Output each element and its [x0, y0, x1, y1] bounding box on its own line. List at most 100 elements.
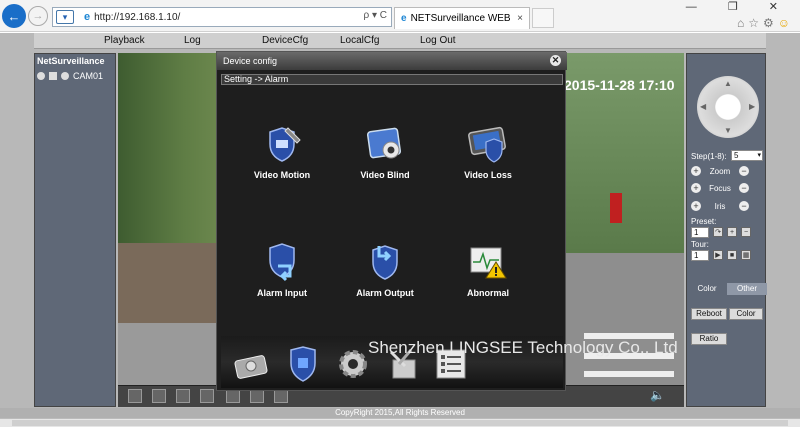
alarm-output-icon[interactable] — [365, 242, 405, 282]
color-button[interactable]: Color — [729, 308, 763, 320]
video-blind-label: Video Blind — [360, 170, 410, 180]
open-all-icon[interactable] — [250, 389, 264, 403]
record-icon[interactable] — [37, 72, 45, 80]
video-motion-label: Video Motion — [253, 170, 311, 180]
step-label: Step(1-8): — [691, 152, 727, 161]
video-loss-icon[interactable] — [468, 124, 508, 164]
tour-input[interactable]: 1 — [691, 250, 709, 261]
iris-close-button[interactable]: − — [739, 201, 749, 211]
menu-log[interactable]: Log — [184, 35, 201, 46]
abnormal-icon[interactable] — [468, 242, 508, 282]
preset-remove-button[interactable]: − — [741, 227, 751, 237]
scene-wall-left — [118, 243, 228, 323]
ptz-down-icon[interactable]: ▼ — [724, 126, 732, 135]
ptz-right-icon[interactable]: ▶ — [749, 102, 755, 111]
video-loss-label: Video Loss — [464, 170, 512, 180]
alarm-output-label: Alarm Output — [356, 288, 414, 298]
compatibility-shield-icon[interactable]: ▾ — [56, 10, 74, 24]
alarm-shield-icon[interactable] — [285, 346, 321, 382]
ptz-up-icon[interactable]: ▲ — [724, 79, 732, 88]
device-list-panel: NetSurveillance CAM01 — [34, 53, 116, 407]
smiley-icon[interactable]: ☺ — [778, 16, 794, 30]
menu-logout[interactable]: Log Out — [420, 35, 456, 46]
preset-add-button[interactable]: + — [727, 227, 737, 237]
video-blind-icon[interactable] — [365, 124, 405, 164]
video-loss-item[interactable]: Video Loss — [438, 124, 538, 180]
scrollbar-thumb[interactable] — [12, 420, 788, 426]
tab-close-icon[interactable]: × — [517, 13, 523, 24]
gear-icon[interactable]: ⚙ — [763, 16, 778, 30]
snapshot-icon[interactable] — [226, 389, 240, 403]
tour-stop-button[interactable]: ■ — [727, 250, 737, 260]
tab-netsurveillance[interactable]: e NETSurveillance WEB × — [394, 7, 530, 29]
preset-input[interactable]: 1 — [691, 227, 709, 238]
star-icon[interactable]: ☆ — [748, 16, 763, 30]
tab-color[interactable]: Color — [687, 283, 727, 295]
forward-button[interactable]: → — [28, 6, 48, 26]
video-blind-item[interactable]: Video Blind — [335, 124, 435, 180]
focus-out-button[interactable]: − — [739, 183, 749, 193]
fullscreen-icon[interactable] — [128, 389, 142, 403]
device-tree-root[interactable]: NetSurveillance — [37, 56, 105, 66]
menu-bar: Playback Log DeviceCfg LocalCfg Log Out — [34, 33, 766, 49]
alarm-input-item[interactable]: Alarm Input — [232, 242, 332, 298]
camera-status-icon — [61, 72, 69, 80]
focus-in-button[interactable]: + — [691, 183, 701, 193]
camera-row[interactable]: CAM01 — [37, 71, 103, 81]
scene-road-left — [118, 323, 228, 385]
abnormal-item[interactable]: Abnormal — [438, 242, 538, 298]
close-all-icon[interactable] — [274, 389, 288, 403]
scene-cyclist — [610, 193, 622, 223]
ptz-panel: ▲ ▼ ◀ ▶ Step(1-8): 5 ▾ + Zoom − + Focus −… — [686, 53, 767, 407]
window-controls[interactable]: — ❐ ✕ — [686, 0, 792, 13]
menu-devicecfg[interactable]: DeviceCfg — [262, 35, 308, 46]
iris-row: + Iris − — [691, 201, 749, 211]
stop-icon[interactable] — [49, 72, 57, 80]
stop-record-icon[interactable] — [200, 389, 214, 403]
address-controls[interactable]: ρ ▾ C — [364, 10, 388, 21]
settings-gear-icon[interactable] — [335, 346, 371, 382]
preset-label: Preset: — [691, 217, 717, 226]
record-video-icon[interactable] — [176, 389, 190, 403]
reboot-button[interactable]: Reboot — [691, 308, 727, 320]
zoom-label: Zoom — [709, 166, 731, 176]
single-view-icon[interactable] — [152, 389, 166, 403]
focus-row: + Focus − — [691, 183, 749, 193]
tab-other[interactable]: Other — [727, 283, 767, 295]
horizontal-scrollbar[interactable] — [0, 418, 800, 427]
menu-playback[interactable]: Playback — [104, 35, 145, 46]
step-select[interactable]: 5 ▾ — [731, 150, 763, 161]
speaker-icon[interactable]: 🔈 — [650, 388, 665, 402]
hdd-icon[interactable] — [233, 346, 269, 382]
tab-ie-icon: e — [401, 13, 407, 24]
video-timestamp: 2015-11-28 17:10 — [564, 77, 675, 93]
preset-goto-button[interactable]: ↷ — [713, 227, 723, 237]
home-icon[interactable]: ⌂ — [737, 16, 748, 30]
copyright-text: CopyRight 2015,All Rights Reserved — [335, 408, 465, 417]
tab-title: NETSurveillance WEB — [410, 13, 511, 24]
ratio-button[interactable]: Ratio — [691, 333, 727, 345]
video-motion-item[interactable]: Video Motion — [232, 124, 332, 180]
back-arrow-icon: ← — [7, 8, 21, 24]
iris-open-button[interactable]: + — [691, 201, 701, 211]
alarm-output-item[interactable]: Alarm Output — [335, 242, 435, 298]
tour-play-button[interactable]: ▶ — [713, 250, 723, 260]
menu-localcfg[interactable]: LocalCfg — [340, 35, 379, 46]
back-button[interactable]: ← — [2, 4, 26, 28]
camera-label[interactable]: CAM01 — [73, 71, 103, 81]
zoom-out-button[interactable]: − — [739, 166, 749, 176]
address-bar[interactable]: ▾ e http://192.168.1.10/ ρ ▾ C — [52, 7, 392, 27]
ptz-left-icon[interactable]: ◀ — [700, 102, 706, 111]
zoom-in-button[interactable]: + — [691, 166, 701, 176]
ptz-direction-pad[interactable]: ▲ ▼ ◀ ▶ — [697, 76, 759, 138]
address-url[interactable]: http://192.168.1.10/ — [94, 12, 180, 23]
close-icon[interactable]: ✕ — [550, 55, 561, 66]
alarm-input-icon[interactable] — [262, 242, 302, 282]
video-motion-icon[interactable] — [262, 124, 302, 164]
tour-label: Tour: — [691, 240, 709, 249]
new-tab-button[interactable] — [532, 8, 554, 28]
tour-grid-button[interactable]: ▦ — [741, 250, 751, 260]
footer: CopyRight 2015,All Rights Reserved — [0, 408, 800, 427]
focus-label: Focus — [709, 183, 731, 193]
forward-arrow-icon: → — [32, 10, 44, 22]
